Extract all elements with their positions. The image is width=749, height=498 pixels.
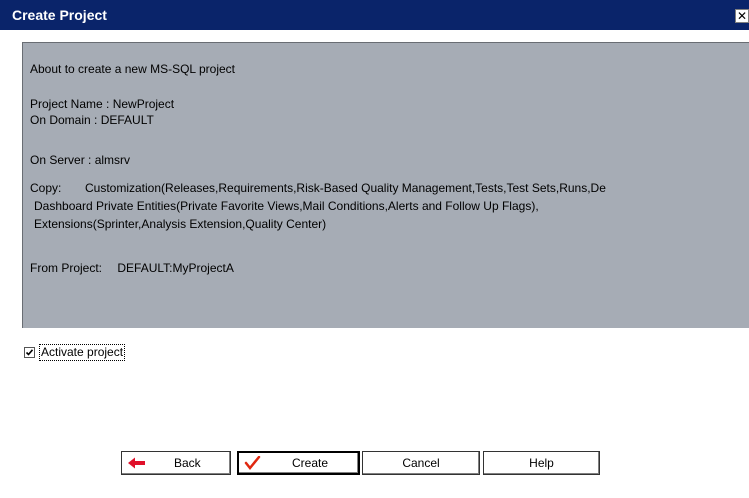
cancel-button[interactable]: Cancel (362, 451, 480, 475)
title-bar: Create Project ✕ (0, 0, 749, 30)
copy-line-1: Customization(Releases,Requirements,Risk… (85, 181, 606, 195)
summary-panel: About to create a new MS-SQL project Pro… (22, 42, 749, 328)
copy-label: Copy: (30, 181, 62, 195)
close-button[interactable]: ✕ (735, 9, 749, 23)
back-button-label: Back (174, 456, 201, 470)
activate-project-checkbox-row[interactable]: Activate project (24, 343, 126, 361)
copy-line-2: Dashboard Private Entities(Private Favor… (34, 199, 539, 213)
close-icon: ✕ (736, 9, 748, 23)
create-button[interactable]: Create (237, 451, 360, 475)
copy-line-3: Extensions(Sprinter,Analysis Extension,Q… (34, 217, 327, 231)
red-checkmark-icon (244, 456, 261, 470)
dialog-body: About to create a new MS-SQL project Pro… (10, 30, 749, 498)
help-button-label: Help (529, 456, 554, 470)
activate-project-checkbox[interactable] (24, 346, 35, 358)
from-project-row: From Project: DEFAULT:MyProjectA (30, 261, 234, 275)
project-name-text: Project Name : NewProject (30, 97, 175, 111)
window-title: Create Project (12, 7, 107, 23)
server-text: On Server : almsrv (30, 153, 131, 167)
cancel-button-label: Cancel (402, 456, 440, 470)
red-left-arrow-icon (128, 457, 145, 469)
from-project-value: DEFAULT:MyProjectA (117, 261, 234, 275)
domain-text: On Domain : DEFAULT (30, 113, 154, 127)
from-project-label: From Project: (30, 261, 103, 275)
create-button-label: Create (292, 456, 329, 470)
copy-row: Copy: Customization(Releases,Requirement… (30, 181, 749, 197)
intro-text: About to create a new MS-SQL project (30, 62, 235, 76)
back-button[interactable]: Back (121, 451, 231, 475)
help-button[interactable]: Help (483, 451, 600, 475)
activate-project-label[interactable]: Activate project (39, 343, 126, 361)
checkmark-icon (25, 348, 34, 356)
